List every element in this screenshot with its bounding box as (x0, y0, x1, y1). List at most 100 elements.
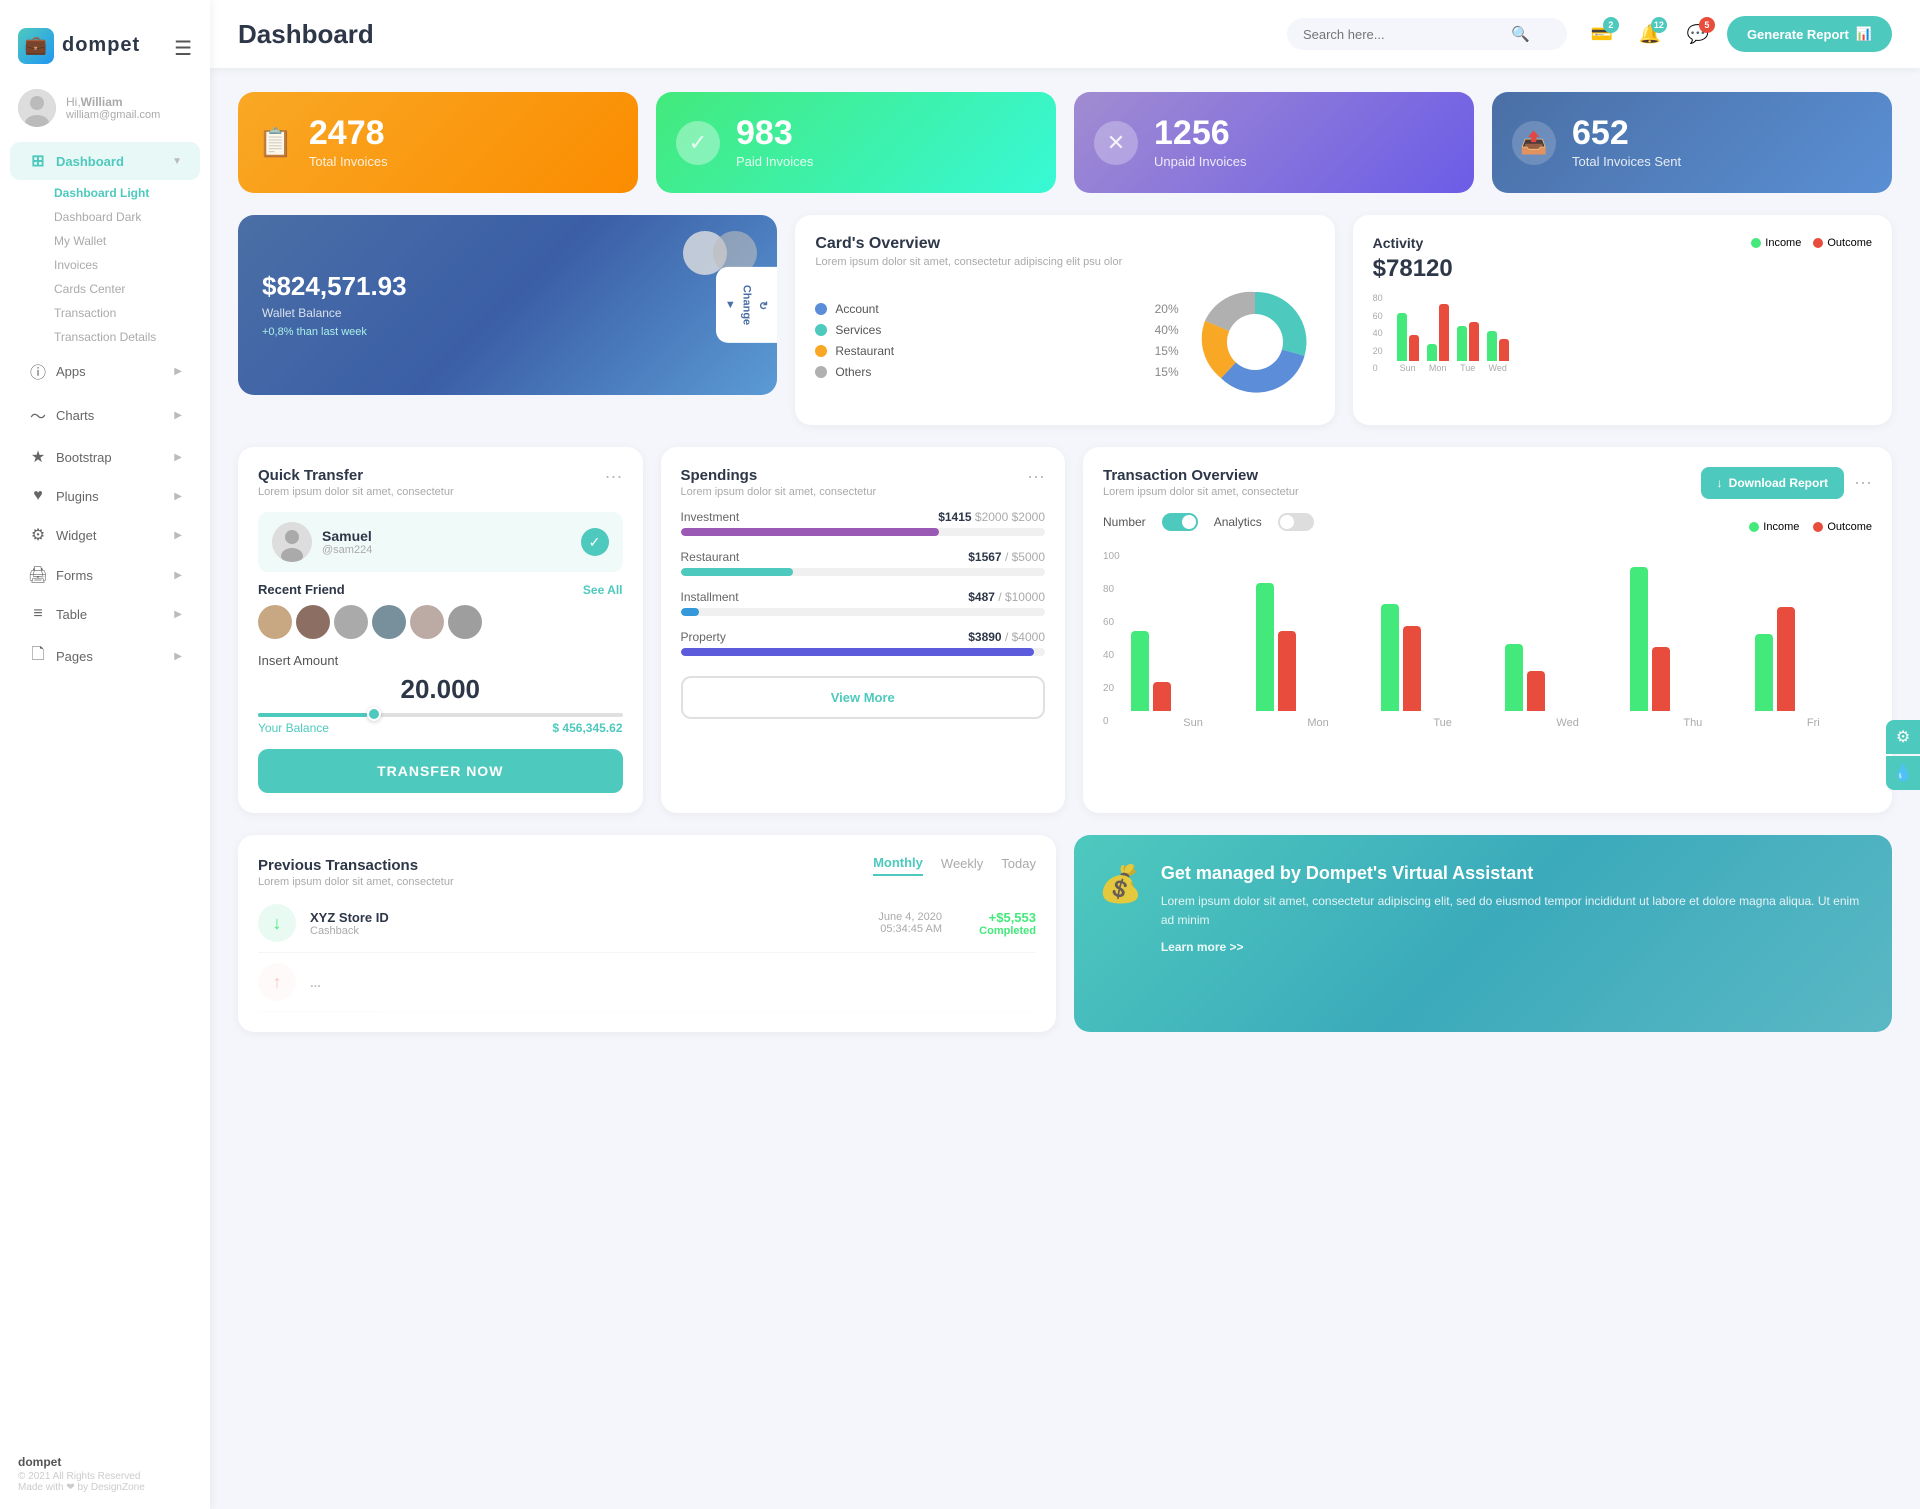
user-greeting: Hi,William (66, 95, 160, 109)
sidebar-item-forms[interactable]: 🖨 Forms ▶ (10, 556, 200, 594)
water-icon-btn[interactable]: 💧 (1886, 756, 1920, 790)
see-all-link[interactable]: See All (583, 583, 623, 597)
sidebar-item-dashboard[interactable]: ⊞ Dashboard ▼ (10, 142, 200, 180)
property-label: Property (681, 630, 726, 644)
outcome-legend: Outcome (1813, 237, 1872, 249)
tab-today[interactable]: Today (1001, 856, 1036, 875)
tx-cashback-icon: ↓ (258, 904, 296, 942)
activity-amount: $78120 (1373, 255, 1872, 283)
tx-dots-menu[interactable]: ⋯ (1854, 473, 1872, 494)
wallet-icon-btn[interactable]: 💳 2 (1583, 15, 1621, 53)
friend-avatar-5 (410, 605, 444, 639)
slider-thumb (367, 707, 381, 721)
analytics-switch[interactable] (1278, 513, 1314, 531)
tue-outcome-big (1403, 626, 1421, 711)
sidebar-item-charts[interactable]: 〜 Charts ▶ (10, 394, 200, 436)
avatar (18, 89, 56, 127)
widget-icon: ⚙ (28, 525, 48, 545)
cards-overview: Card's Overview Lorem ipsum dolor sit am… (815, 235, 1314, 405)
tue-label: Tue (1460, 363, 1475, 373)
spending-installment: Installment $487 / $10000 (681, 590, 1046, 616)
app-name: dompet (62, 34, 140, 57)
sidebar-item-table[interactable]: ≡ Table ▶ (10, 596, 200, 632)
transfer-user-name: Samuel (322, 528, 372, 544)
bell-icon-btn[interactable]: 🔔 12 (1631, 15, 1669, 53)
sun-outcome-bar (1409, 335, 1419, 361)
transfer-now-button[interactable]: TRANSFER NOW (258, 749, 623, 793)
table-row-2: ↑ ... (258, 953, 1036, 1012)
number-switch[interactable] (1162, 513, 1198, 531)
tx-bar-chart (1131, 551, 1872, 711)
analytics-toggle[interactable] (1278, 513, 1314, 531)
tx-bar-thu (1630, 567, 1747, 711)
check-icon: ✓ (581, 528, 609, 556)
quick-transfer-desc: Lorem ipsum dolor sit amet, consectetur (258, 486, 454, 498)
view-more-button[interactable]: View More (681, 676, 1046, 719)
sun-income-big (1131, 631, 1149, 711)
spendings-desc: Lorem ipsum dolor sit amet, consectetur (681, 486, 877, 498)
download-report-button[interactable]: ↓ Download Report (1701, 467, 1844, 499)
bars: Sun Mon (1397, 293, 1872, 373)
amount-slider[interactable] (258, 713, 623, 717)
hamburger-icon[interactable]: ☰ (174, 18, 192, 73)
sidebar-item-pages-label: Pages (56, 649, 93, 664)
legend-account-label: Account (835, 302, 878, 316)
sidebar-item-apps[interactable]: ⓘ Apps ▶ (10, 350, 200, 392)
pie-chart (1195, 282, 1315, 405)
bar-group-mon: Mon (1427, 291, 1449, 373)
promo-learn-more-link[interactable]: Learn more >> (1161, 940, 1244, 954)
friend-avatar-1 (258, 605, 292, 639)
generate-report-button[interactable]: Generate Report 📊 (1727, 16, 1892, 52)
tue-income-bar (1457, 326, 1467, 361)
tx-placeholder-icon: ↑ (258, 963, 296, 1001)
sidebar-sub-my-wallet[interactable]: My Wallet (44, 229, 210, 253)
toggle-knob-2 (1280, 515, 1294, 529)
sidebar-item-table-label: Table (56, 607, 87, 622)
installment-amount: $487 (968, 590, 995, 604)
tx-bar-fri (1755, 607, 1872, 711)
sidebar-item-pages[interactable]: 🗋 Pages ▶ (10, 634, 200, 679)
activity-title: Activity (1373, 235, 1424, 251)
analytics-toggle-label: Analytics (1214, 515, 1262, 529)
dots-menu-button[interactable]: ⋯ (605, 467, 623, 488)
search-input[interactable] (1303, 27, 1503, 42)
settings-icon-btn[interactable]: ⚙ (1886, 720, 1920, 754)
number-toggle[interactable] (1162, 513, 1198, 531)
legend-others-label: Others (835, 365, 871, 379)
wallet-card: $824,571.93 Wallet Balance +0,8% than la… (238, 215, 777, 395)
sidebar-sub-dashboard-light[interactable]: Dashboard Light (44, 181, 210, 205)
sidebar-sub-transaction[interactable]: Transaction (44, 301, 210, 325)
balance-label: Your Balance (258, 721, 329, 735)
sidebar-sub-invoices[interactable]: Invoices (44, 253, 210, 277)
wed-income-big (1505, 644, 1523, 711)
wallet-label: Wallet Balance (262, 306, 753, 320)
transfer-user-handle: @sam224 (322, 544, 372, 556)
spendings-dots-menu[interactable]: ⋯ (1027, 467, 1045, 488)
sidebar-item-widget[interactable]: ⚙ Widget ▶ (10, 516, 200, 554)
unpaid-invoice-label: Unpaid Invoices (1154, 154, 1247, 169)
sidebar-item-bootstrap[interactable]: ★ Bootstrap ▶ (10, 438, 200, 476)
paid-invoice-label: Paid Invoices (736, 154, 813, 169)
tx-cashback-type: Cashback (310, 925, 838, 937)
tab-monthly[interactable]: Monthly (873, 855, 923, 876)
search-icon: 🔍 (1511, 25, 1530, 43)
chart-icon: 📊 (1856, 26, 1872, 42)
legend-services: Services 40% (815, 323, 1178, 337)
charts-icon: 〜 (28, 403, 48, 427)
tab-weekly[interactable]: Weekly (941, 856, 983, 875)
change-button[interactable]: ↻ Change ▼ (716, 267, 777, 343)
wallet-badge: 2 (1603, 17, 1619, 33)
restaurant-progress (681, 568, 1046, 576)
spending-property: Property $3890 / $4000 (681, 630, 1046, 656)
tx-cashback-amount-col: +$5,553 Completed (956, 910, 1036, 937)
user-email: william@gmail.com (66, 109, 160, 121)
sidebar-sub-dashboard-dark[interactable]: Dashboard Dark (44, 205, 210, 229)
chat-icon-btn[interactable]: 💬 5 (1679, 15, 1717, 53)
tx-legend: Income Outcome (1749, 521, 1872, 533)
sidebar-item-plugins[interactable]: ♥ Plugins ▶ (10, 478, 200, 514)
sidebar-sub-transaction-details[interactable]: Transaction Details (44, 325, 210, 349)
sidebar-sub-cards-center[interactable]: Cards Center (44, 277, 210, 301)
wallet-section: $824,571.93 Wallet Balance +0,8% than la… (238, 215, 777, 425)
investment-limit: $2000 (975, 510, 1008, 524)
spendings-header: Spendings Lorem ipsum dolor sit amet, co… (681, 467, 1046, 498)
